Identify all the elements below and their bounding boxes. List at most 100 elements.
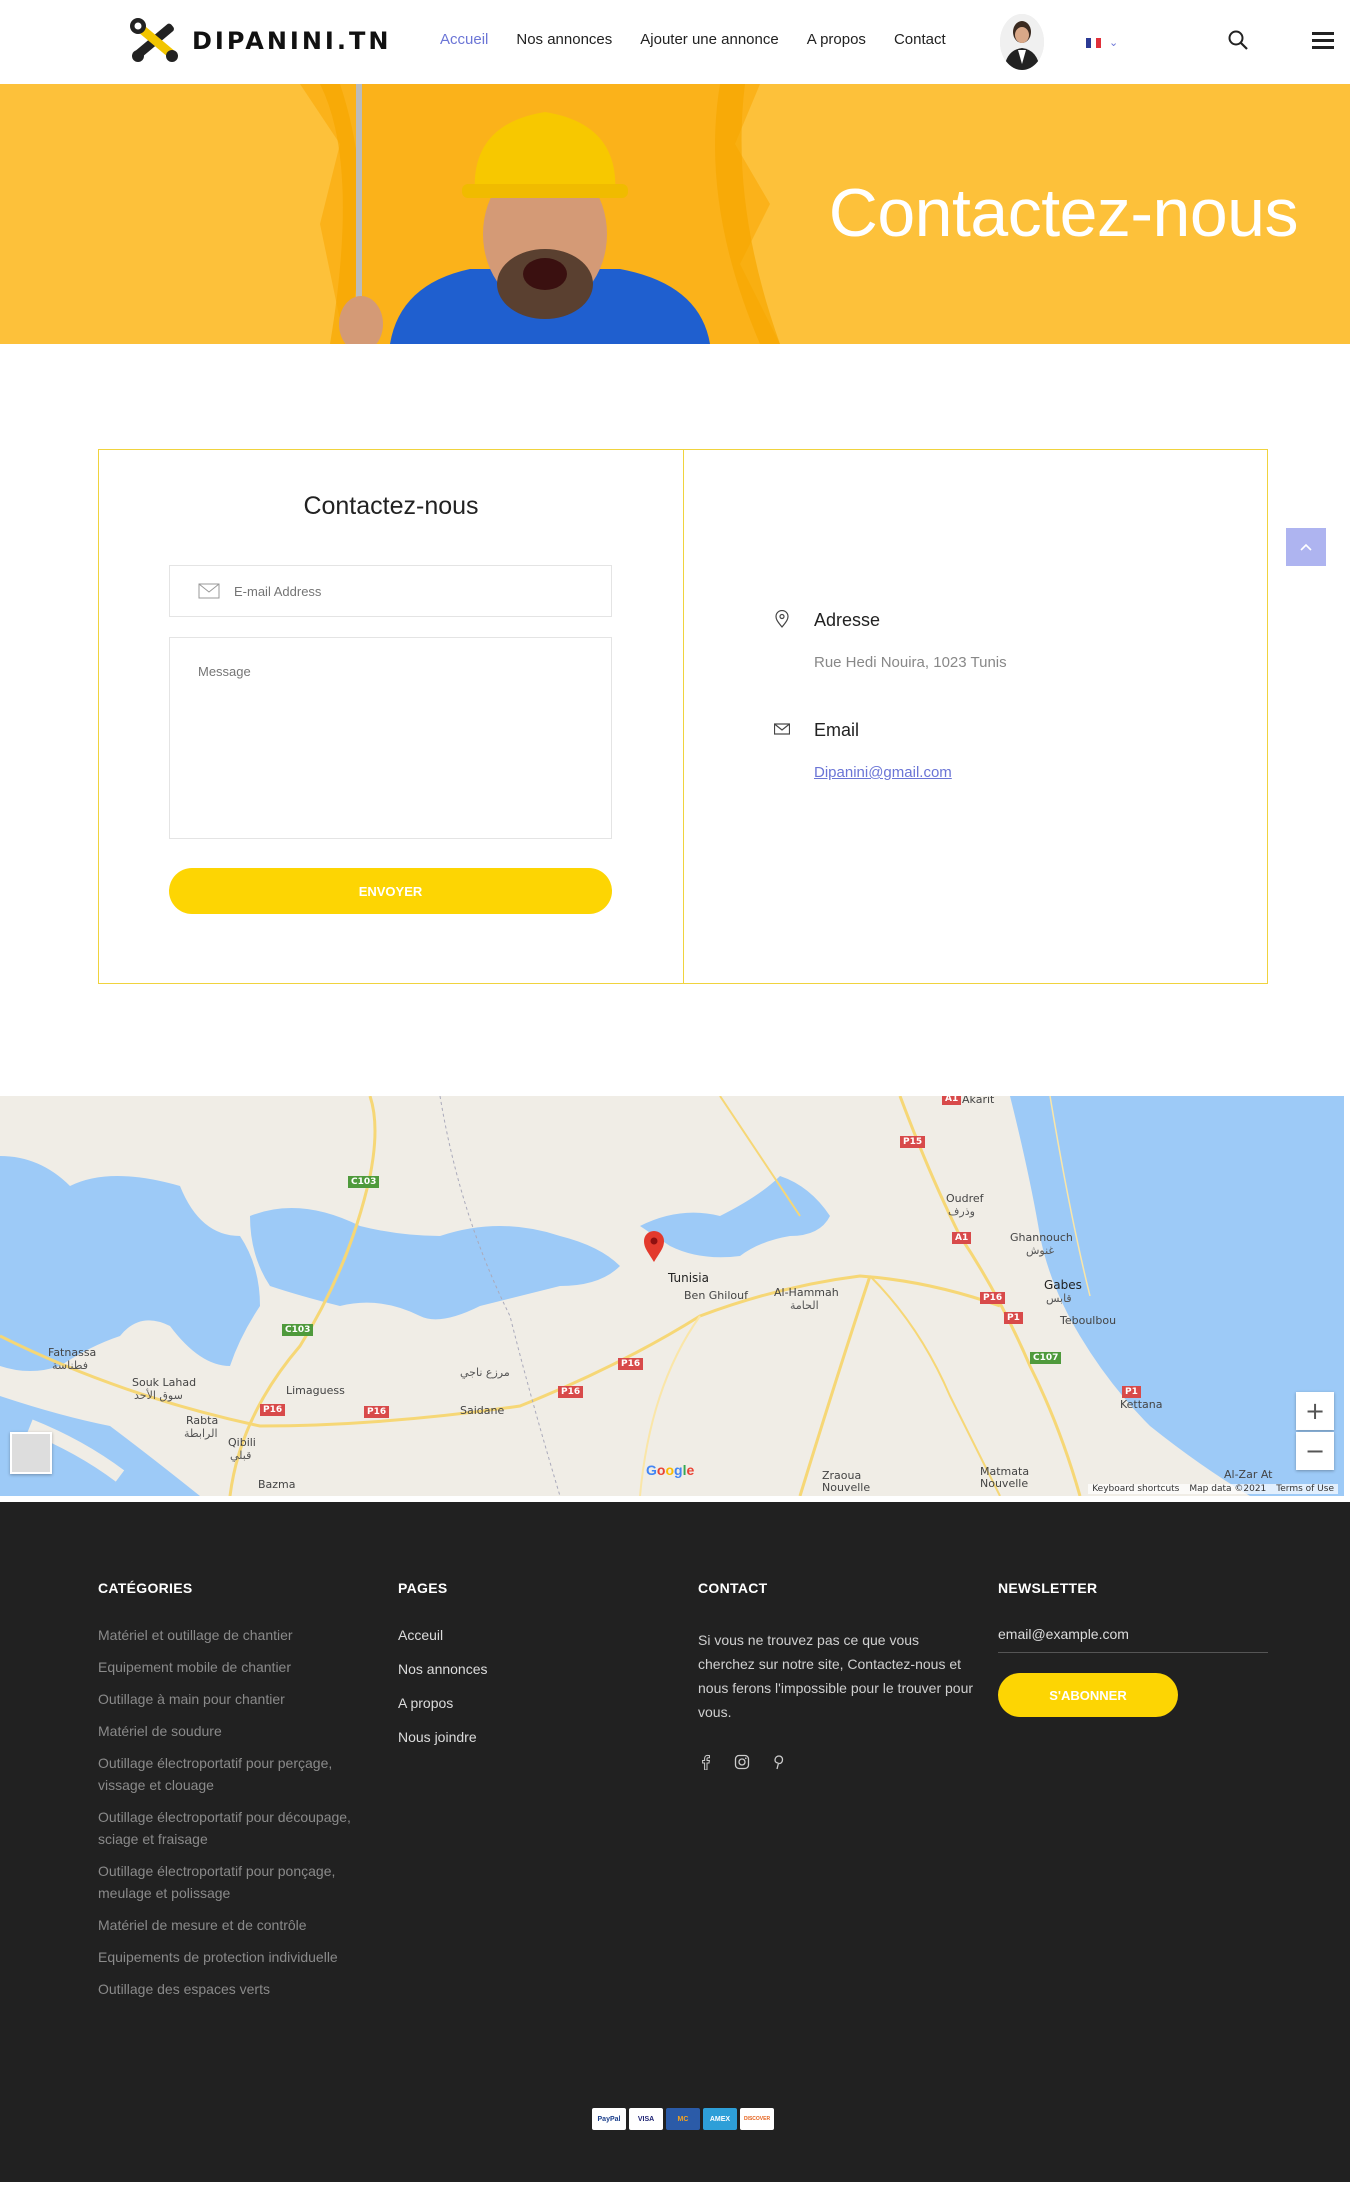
map-label: Souk Lahad (132, 1376, 197, 1389)
map-label: Bazma (258, 1478, 296, 1491)
footer-link-acceuil[interactable]: Acceuil (398, 1624, 618, 1646)
scroll-to-top-button[interactable] (1286, 528, 1326, 566)
hamburger-menu-icon[interactable] (1312, 32, 1334, 52)
road-shield: P16 (364, 1406, 390, 1418)
road-shield: P16 (980, 1292, 1006, 1304)
footer-link-nous-joindre[interactable]: Nous joindre (398, 1726, 618, 1748)
category-link[interactable]: Matériel de soudure (98, 1720, 368, 1742)
email-input[interactable] (234, 583, 574, 599)
map-pin-icon (775, 610, 789, 628)
main-nav: Accueil Nos annonces Ajouter une annonce… (440, 31, 946, 48)
mastercard-icon: MC (666, 2108, 700, 2130)
contact-text: Si vous ne trouvez pas ce que vous cherc… (698, 1632, 974, 1720)
category-link[interactable]: Equipements de protection individuelle (98, 1946, 368, 1968)
map-label: وذرف (948, 1205, 975, 1218)
hero-title: Contactez-nous (828, 175, 1299, 251)
map-label: مرزع ناجي (460, 1366, 510, 1379)
visa-icon: VISA (629, 2108, 663, 2130)
chevron-down-icon: ⌄ (1109, 36, 1119, 49)
newsletter-heading: NEWSLETTER (998, 1580, 1098, 1596)
pinterest-icon[interactable] (770, 1754, 786, 1770)
nav-a-propos[interactable]: A propos (807, 31, 866, 48)
category-link[interactable]: Outillage électroportatif pour découpage… (98, 1806, 368, 1850)
email-label: Email (814, 720, 860, 740)
road-shield: P1 (1122, 1386, 1141, 1398)
discover-icon: DISCOVER (740, 2108, 774, 2130)
nav-accueil[interactable]: Accueil (440, 31, 488, 48)
payment-methods: PayPal VISA MC AMEX DISCOVER (592, 2108, 774, 2130)
paypal-icon: PayPal (592, 2108, 626, 2130)
category-link[interactable]: Outillage électroportatif pour ponçage, … (98, 1860, 368, 1904)
instagram-icon[interactable] (734, 1754, 750, 1770)
user-avatar[interactable] (1000, 14, 1044, 70)
category-link[interactable]: Outillage électroportatif pour perçage, … (98, 1752, 368, 1796)
message-field[interactable] (169, 637, 612, 839)
map-label: الحامة (790, 1299, 819, 1312)
map-label: قابس (1046, 1292, 1072, 1305)
map-label: Oudref (946, 1192, 984, 1205)
road-shield: C107 (1030, 1352, 1062, 1364)
road-shield: P16 (618, 1358, 644, 1370)
road-shield: P15 (900, 1136, 926, 1148)
email-link[interactable]: Dipanini@gmail.com (814, 764, 952, 781)
social-links (698, 1754, 988, 1770)
zoom-in-button[interactable]: + (1296, 1392, 1334, 1430)
newsletter-email-input[interactable] (998, 1626, 1268, 1653)
footer-contact: CONTACT Si vous ne trouvez pas ce que vo… (698, 1580, 988, 1770)
user-avatar-image (1000, 14, 1044, 70)
language-selector[interactable]: ⌄ (1086, 36, 1118, 49)
road-shield: A1 (952, 1232, 972, 1244)
google-logo: Google (646, 1462, 695, 1478)
facebook-icon[interactable] (698, 1754, 714, 1770)
categories-heading: CATÉGORIES (98, 1580, 193, 1596)
logo-text: DIPANINI.TN (192, 27, 392, 55)
road-shield: A1 (942, 1096, 962, 1105)
contact-info: Adresse Rue Hedi Nouira, 1023 Tunis Emai… (684, 450, 1267, 983)
footer-link-a-propos[interactable]: A propos (398, 1692, 618, 1714)
map-label: Ben Ghilouf (684, 1289, 748, 1302)
keyboard-shortcuts-link[interactable]: Keyboard shortcuts (1092, 1484, 1179, 1494)
contact-heading: CONTACT (698, 1580, 768, 1596)
form-title: Contactez-nous (303, 492, 479, 520)
email-field[interactable] (169, 565, 612, 617)
map-label: سوق الأحد (134, 1389, 183, 1402)
road-shield: P16 (558, 1386, 584, 1398)
road-shield: P16 (260, 1404, 286, 1416)
map-type-toggle[interactable] (10, 1432, 52, 1474)
fr-flag-icon (1086, 37, 1101, 48)
road-shield: P1 (1004, 1312, 1023, 1324)
terms-link[interactable]: Terms of Use (1276, 1484, 1334, 1494)
zoom-out-button[interactable]: − (1296, 1432, 1334, 1470)
category-link[interactable]: Outillage des espaces verts (98, 1978, 368, 2000)
envelope-icon (774, 723, 790, 735)
chevron-up-icon (1300, 543, 1312, 551)
footer-pages: PAGES Acceuil Nos annonces A propos Nous… (398, 1580, 618, 1760)
map-label: الرابطة (184, 1427, 218, 1440)
send-button[interactable]: ENVOYER (169, 868, 612, 914)
map-label: Qibili (228, 1436, 256, 1449)
pages-heading: PAGES (398, 1580, 448, 1596)
nav-ajouter-annonce[interactable]: Ajouter une annonce (640, 31, 778, 48)
nav-contact[interactable]: Contact (894, 31, 946, 48)
contact-box: Contactez-nous ENVOYER Adresse Rue Hedi … (98, 449, 1268, 984)
contact-form: Contactez-nous ENVOYER (99, 450, 684, 983)
map-label: Teboulbou (1060, 1314, 1117, 1327)
road-shield: C103 (282, 1324, 314, 1336)
map-label: Ghannouch (1010, 1231, 1073, 1244)
map-label: Matmata Nouvelle (980, 1465, 1030, 1490)
category-link[interactable]: Matériel et outillage de chantier (98, 1624, 368, 1646)
search-icon[interactable] (1226, 28, 1252, 54)
category-link[interactable]: Matériel de mesure et de contrôle (98, 1914, 368, 1936)
category-link[interactable]: Outillage à main pour chantier (98, 1688, 368, 1710)
envelope-icon (198, 583, 220, 599)
tools-logo-icon (130, 18, 178, 62)
footer-link-nos-annonces[interactable]: Nos annonces (398, 1658, 618, 1680)
google-map[interactable]: Tunisia Ben Ghilouf Al-Hammah الحامة Gab… (0, 1096, 1344, 1496)
category-link[interactable]: Equipement mobile de chantier (98, 1656, 368, 1678)
subscribe-button[interactable]: S'ABONNER (998, 1673, 1178, 1717)
nav-nos-annonces[interactable]: Nos annonces (516, 31, 612, 48)
amex-icon: AMEX (703, 2108, 737, 2130)
map-label: قبلي (230, 1449, 252, 1462)
map-label: Zraoua Nouvelle (822, 1469, 871, 1494)
logo[interactable]: DIPANINI.TN (126, 16, 391, 66)
